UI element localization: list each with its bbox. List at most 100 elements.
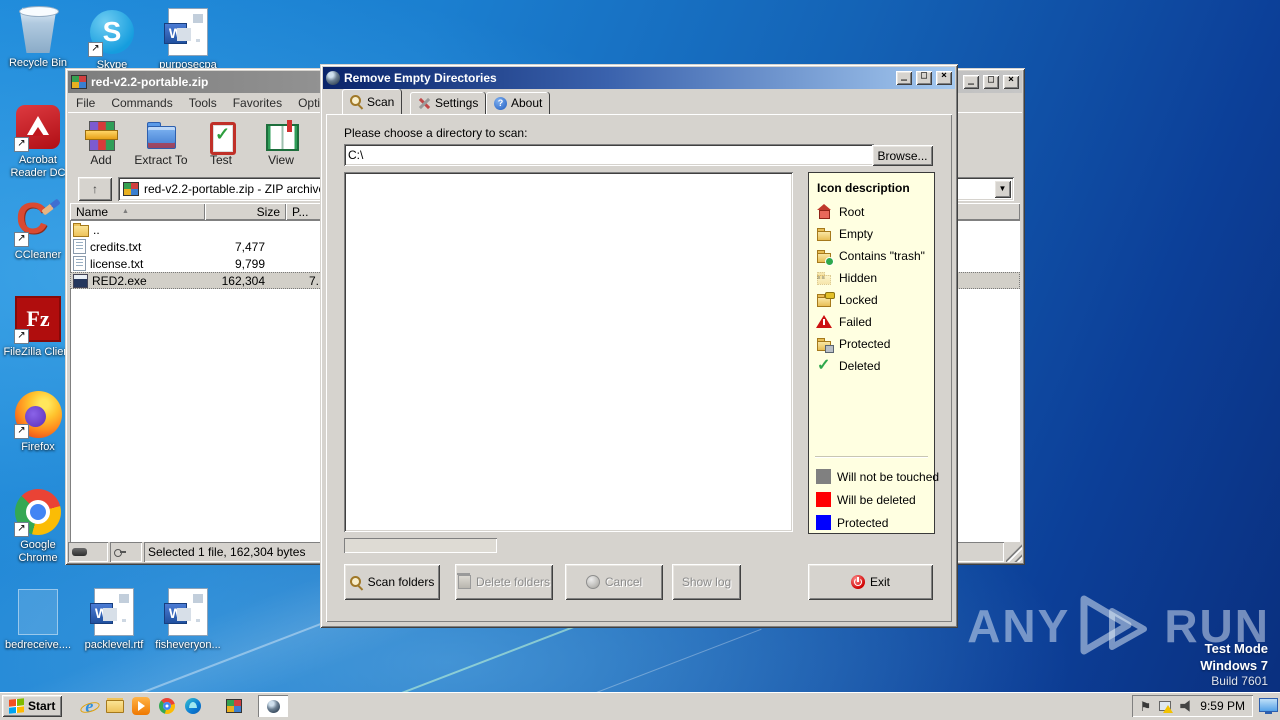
show-desktop-button[interactable] [1259, 698, 1278, 714]
legend-item-label: Hidden [839, 271, 878, 285]
internet-explorer-icon[interactable] [78, 695, 100, 717]
up-one-level-button[interactable]: ↑ [78, 176, 112, 201]
legend-item-label: Protected [839, 337, 891, 351]
edge-icon[interactable] [182, 695, 204, 717]
toolbar-icon [144, 119, 178, 151]
desktop-icon-art [12, 389, 64, 439]
file-type-icon [73, 273, 88, 288]
legend-item-label: Failed [839, 315, 872, 329]
desktop-icon-label: CCleaner [14, 249, 62, 261]
lgi-trash [816, 248, 834, 266]
chrome-icon[interactable] [156, 695, 178, 717]
legend-divider [815, 456, 928, 457]
view-button[interactable]: View [252, 114, 310, 172]
tab-scan[interactable]: Scan [342, 89, 403, 114]
action-center-flag-icon[interactable]: ⚑ [1140, 700, 1152, 713]
show-log-button[interactable]: Show log [672, 564, 741, 600]
trash-icon [456, 573, 471, 589]
bedreceive[interactable]: bedreceive.... [0, 587, 76, 652]
settings-tab-icon [418, 97, 431, 110]
recycle-bin[interactable]: Recycle Bin [0, 5, 76, 70]
menu-item[interactable]: Tools [181, 94, 225, 112]
network-warning-icon[interactable] [1158, 700, 1174, 713]
sandbox-info: Test Mode Windows 7 Build 7601 [1200, 641, 1268, 690]
desktop-icon-label: Firefox [21, 441, 55, 453]
column-header-name[interactable]: Name ▲ [70, 203, 205, 220]
desktop-icon-art [162, 587, 214, 637]
os-label: Windows 7 [1200, 657, 1268, 673]
scan-icon [349, 575, 363, 589]
red-titlebar[interactable]: Remove Empty Directories _ □ × [323, 67, 955, 89]
resize-grip[interactable] [1006, 542, 1022, 562]
address-dropdown-arrow[interactable]: ▼ [994, 179, 1011, 198]
tab-settings[interactable]: Settings [410, 92, 487, 114]
close-icon[interactable]: × [1003, 74, 1019, 89]
toolbar-label: Extract To [134, 153, 188, 167]
extract-to-button[interactable]: Extract To [132, 114, 190, 172]
anyrun-brand-run: RUN [1164, 599, 1270, 652]
scan-tab-icon [350, 95, 363, 108]
red-title: Remove Empty Directories [344, 71, 497, 85]
close-icon[interactable]: × [936, 70, 952, 85]
winrar-taskbar-button[interactable] [214, 695, 254, 717]
directory-input[interactable]: C:\ [344, 144, 874, 166]
legend-title: Icon description [817, 181, 910, 195]
delete-folders-button[interactable]: Delete folders [455, 564, 553, 600]
file-explorer-icon[interactable] [104, 695, 126, 717]
legend-item-label: Deleted [839, 359, 881, 373]
test-button[interactable]: Test [192, 114, 250, 172]
purposecpa[interactable]: purposecpa [150, 7, 226, 72]
shortcut-arrow-badge [14, 137, 29, 152]
exit-button[interactable]: Exit [808, 564, 933, 600]
scan-results-list[interactable] [344, 172, 793, 532]
menu-item[interactable]: Favorites [225, 94, 290, 112]
lgi-deleted [816, 355, 833, 375]
power-icon [850, 575, 865, 589]
maximize-icon[interactable]: □ [983, 74, 999, 89]
progress-bar [344, 538, 497, 553]
scan-folders-button[interactable]: Scan folders [344, 564, 440, 600]
red-task-icon [266, 699, 280, 713]
red-taskbar-button[interactable] [258, 695, 289, 717]
toolbar-label: Add [90, 153, 112, 167]
menu-item[interactable]: Commands [103, 94, 180, 112]
cancel-button[interactable]: Cancel [565, 564, 663, 600]
shortcut-arrow-badge [14, 232, 29, 247]
build-label: Build 7601 [1211, 674, 1268, 689]
anyrun-brand-any: ANY [967, 599, 1071, 652]
taskbar: Start ⚑ 9:59 PM [0, 692, 1280, 720]
desktop-icon-art [12, 102, 64, 152]
menu-item[interactable]: File [68, 94, 103, 112]
fisheveryon[interactable]: fisheveryon... [150, 587, 226, 652]
column-header-size[interactable]: Size [205, 203, 286, 220]
color-swatch [816, 515, 831, 530]
shortcut-arrow-badge [14, 522, 29, 537]
lgi-failed [816, 314, 833, 330]
anyrun-brand: ANY RUN [967, 595, 1270, 657]
color-swatch [816, 492, 831, 507]
icon-description-panel: Icon description Root Empty Contains "tr… [808, 172, 939, 534]
media-player-icon[interactable] [130, 695, 152, 717]
toolbar-label: View [268, 153, 294, 167]
file-type-icon [73, 222, 89, 237]
start-button[interactable]: Start [2, 695, 63, 717]
desktop-icon-art [12, 487, 64, 537]
desktop-icon-art [12, 587, 64, 637]
system-tray: ⚑ 9:59 PM [1132, 695, 1253, 717]
red-window[interactable]: Remove Empty Directories _ □ × Scan Sett… [320, 64, 958, 628]
winrar-app-icon [71, 75, 87, 89]
desktop-icon-label: Recycle Bin [8, 57, 68, 69]
legend-item-label: Empty [839, 227, 874, 241]
color-legend-item: Protected [809, 511, 934, 534]
maximize-icon[interactable]: □ [916, 70, 932, 85]
packlevel[interactable]: packlevel.rtf [76, 587, 152, 652]
clock[interactable]: 9:59 PM [1200, 699, 1245, 713]
skype[interactable]: Skype [74, 7, 150, 72]
minimize-icon[interactable]: _ [963, 74, 979, 89]
add-button[interactable]: Add [72, 114, 130, 172]
minimize-icon[interactable]: _ [896, 70, 912, 85]
tab-about[interactable]: ? About [486, 92, 551, 114]
browse-button[interactable]: Browse... [872, 145, 933, 166]
volume-icon[interactable] [1180, 700, 1190, 712]
toolbar-label: Test [209, 153, 232, 167]
